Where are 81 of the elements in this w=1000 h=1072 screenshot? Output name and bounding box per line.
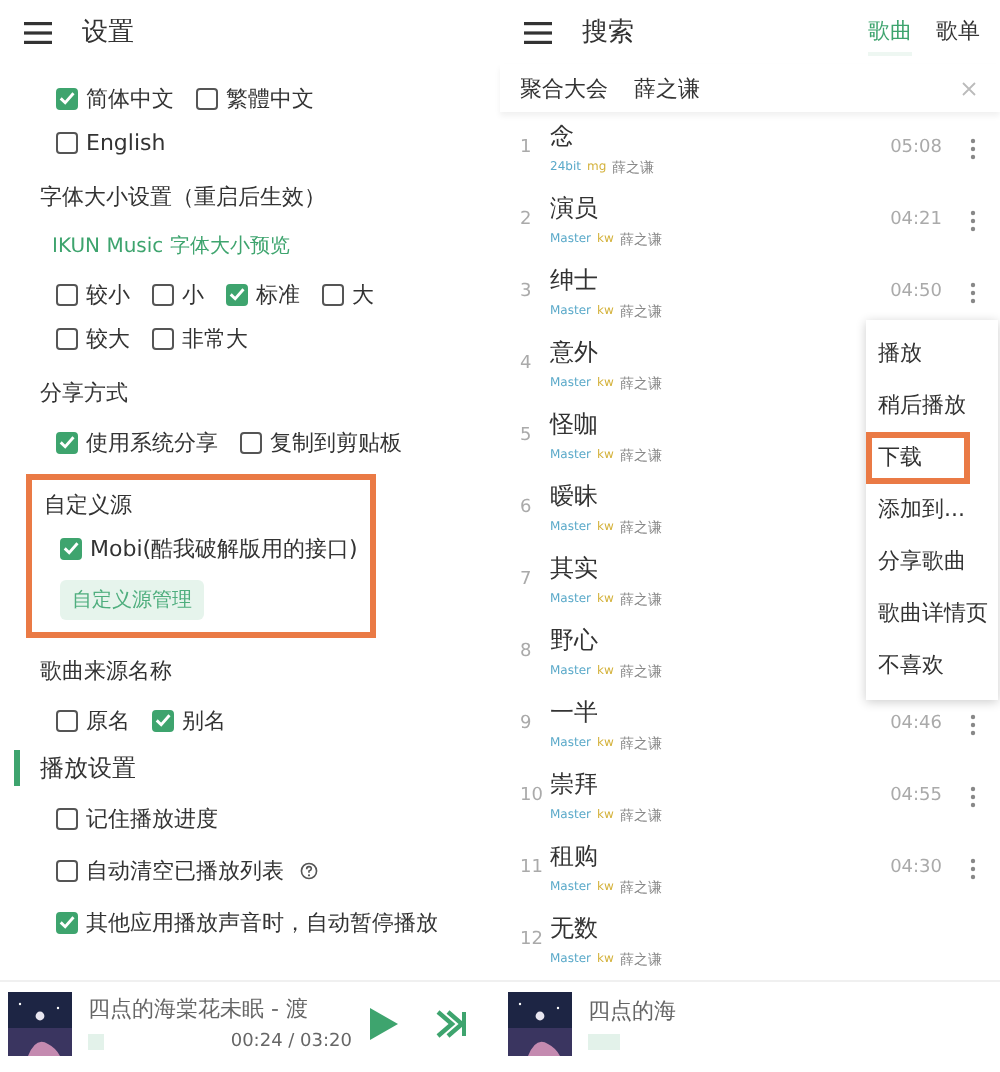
menu-item[interactable]: 稍后播放 bbox=[866, 380, 998, 432]
track-number: 2 bbox=[520, 210, 534, 230]
checkmark-icon bbox=[58, 432, 76, 452]
track-number: 4 bbox=[520, 354, 534, 374]
checkbox-option[interactable]: 别名 bbox=[152, 705, 226, 735]
track-number: 7 bbox=[520, 570, 534, 590]
more-icon[interactable] bbox=[970, 209, 976, 231]
search-field[interactable]: 薛之谦 bbox=[634, 73, 936, 103]
checkbox-option[interactable]: 大 bbox=[322, 279, 374, 309]
checkbox-option[interactable]: English bbox=[56, 129, 166, 155]
song-title[interactable]: 一半 bbox=[550, 695, 891, 729]
checkbox-option[interactable]: 自动清空已播放列表 bbox=[56, 855, 318, 885]
checkbox-option[interactable]: 繁體中文 bbox=[196, 83, 314, 113]
checkbox-option[interactable]: 使用系统分享 bbox=[56, 427, 218, 457]
song-duration: 04:50 bbox=[890, 282, 942, 302]
track-number: 3 bbox=[520, 282, 534, 302]
song-title: 四点的海棠花未眠 - 渡 bbox=[88, 994, 310, 1024]
checkbox-option[interactable]: 原名 bbox=[56, 705, 130, 735]
menu-icon[interactable] bbox=[524, 21, 552, 43]
tab[interactable]: 歌单 bbox=[936, 9, 980, 55]
checkbox-option[interactable]: 较小 bbox=[56, 279, 130, 309]
menu-icon[interactable] bbox=[24, 21, 52, 43]
checkbox-option[interactable]: 非常大 bbox=[152, 323, 248, 353]
checkbox-option[interactable]: 小 bbox=[152, 279, 204, 309]
more-icon[interactable] bbox=[970, 785, 976, 807]
setting-label: 自定义源 bbox=[44, 490, 134, 522]
song-title: 四点的海 bbox=[588, 996, 678, 1026]
song-duration: 04:55 bbox=[890, 786, 942, 806]
font-preview-text: IKUN Music 字体大小预览 bbox=[50, 233, 292, 262]
more-icon[interactable] bbox=[970, 713, 976, 735]
checkbox-option[interactable]: 标准 bbox=[226, 279, 300, 309]
checkbox-option[interactable]: 其他应用播放声音时，自动暂停播放 bbox=[56, 907, 438, 937]
song-title[interactable]: 演员 bbox=[550, 191, 891, 225]
more-icon[interactable] bbox=[970, 137, 976, 159]
track-number: 12 bbox=[520, 930, 545, 950]
checkmark-icon bbox=[228, 284, 246, 304]
page-title: 搜索 bbox=[582, 16, 634, 50]
menu-item[interactable]: 不喜欢 bbox=[866, 640, 998, 692]
playback-time: 00:24 / 03:20 bbox=[230, 1032, 352, 1052]
more-icon[interactable] bbox=[970, 857, 976, 879]
page-title: 设置 bbox=[82, 16, 134, 50]
menu-item[interactable]: 播放 bbox=[866, 328, 998, 380]
song-duration: 04:30 bbox=[890, 858, 942, 878]
track-number: 10 bbox=[520, 786, 545, 806]
setting-label: 分享方式 bbox=[38, 378, 130, 410]
menu-item[interactable]: 歌曲详情页 bbox=[866, 588, 998, 640]
help-icon[interactable] bbox=[300, 861, 318, 879]
track-number: 1 bbox=[520, 138, 534, 158]
song-title[interactable]: 念 bbox=[550, 119, 891, 153]
setting-label: 字体大小设置（重启后生效） bbox=[38, 182, 328, 214]
source-selector[interactable]: 聚合大会 bbox=[520, 73, 608, 103]
song-duration: 04:46 bbox=[890, 714, 942, 734]
checkbox-option[interactable]: Mobi(酷我破解版用的接口) bbox=[44, 524, 358, 572]
checkbox-option[interactable]: 记住播放进度 bbox=[56, 803, 218, 833]
setting-label: 歌曲来源名称 bbox=[38, 656, 174, 688]
menu-item[interactable]: 下载 bbox=[866, 432, 970, 484]
track-number: 5 bbox=[520, 426, 534, 446]
play-icon[interactable] bbox=[368, 1005, 400, 1041]
song-title[interactable]: 租购 bbox=[550, 839, 891, 873]
track-number: 8 bbox=[520, 642, 534, 662]
menu-item[interactable]: 添加到... bbox=[866, 484, 998, 536]
section-title: 播放设置 bbox=[14, 750, 500, 786]
menu-item[interactable]: 分享歌曲 bbox=[866, 536, 998, 588]
track-number: 11 bbox=[520, 858, 545, 878]
checkbox-option[interactable]: 简体中文 bbox=[56, 83, 174, 113]
song-duration: 04:21 bbox=[890, 210, 942, 230]
song-duration: 05:08 bbox=[890, 138, 942, 158]
track-number: 6 bbox=[520, 498, 534, 518]
checkmark-icon bbox=[154, 710, 172, 730]
more-icon[interactable] bbox=[970, 281, 976, 303]
song-title[interactable]: 绅士 bbox=[550, 263, 891, 297]
track-number: 9 bbox=[520, 714, 534, 734]
song-title[interactable]: 无数 bbox=[550, 911, 976, 945]
song-title[interactable]: 崇拜 bbox=[550, 767, 891, 801]
checkmark-icon bbox=[58, 912, 76, 932]
next-icon[interactable] bbox=[436, 1009, 468, 1037]
close-icon[interactable] bbox=[962, 81, 976, 95]
checkmark-icon bbox=[62, 538, 80, 558]
checkmark-icon bbox=[58, 88, 76, 108]
checkbox-option[interactable]: 复制到剪贴板 bbox=[240, 427, 402, 457]
checkbox-option[interactable]: 较大 bbox=[56, 323, 130, 353]
